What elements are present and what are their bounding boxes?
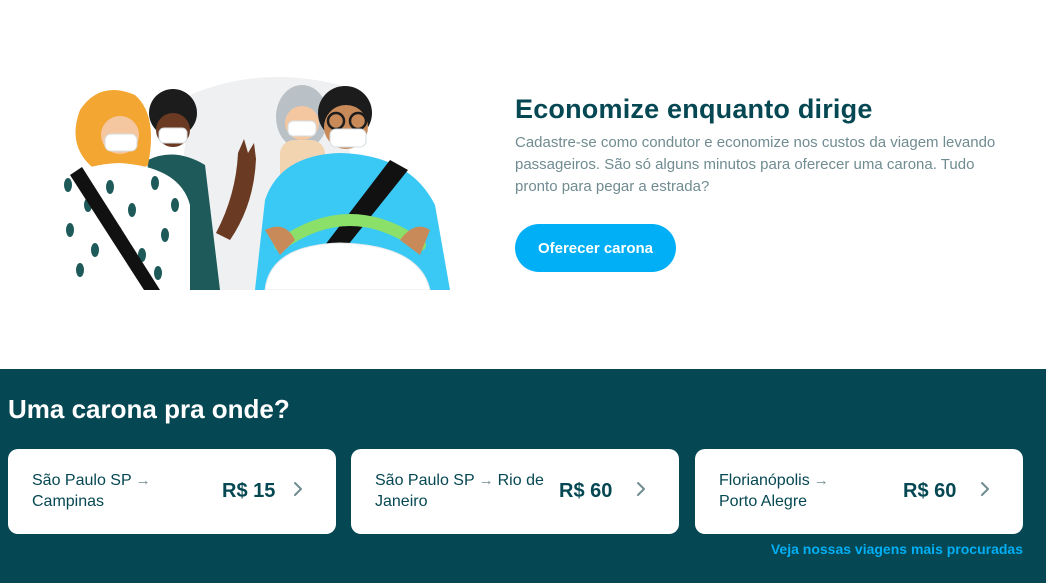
route-from: São Paulo SP — [32, 472, 132, 489]
chevron-right-icon — [637, 482, 645, 496]
hero-section: Economize enquanto dirige Cadastre-se co… — [0, 0, 1046, 369]
route-text: São Paulo SP → Rio de Janeiro — [375, 470, 555, 512]
route-text: Florianópolis → Porto Alegre — [719, 470, 899, 512]
chevron-right-icon — [981, 482, 989, 496]
route-from: São Paulo SP — [375, 472, 475, 489]
hero-title: Economize enquanto dirige — [515, 94, 873, 124]
route-price: R$ 15 — [222, 480, 276, 502]
route-card-sao-paulo-rio[interactable]: São Paulo SP → Rio de Janeiro R$ 60 — [351, 449, 679, 534]
offer-ride-button[interactable]: Oferecer carona — [515, 224, 676, 272]
carpool-illustration — [52, 77, 450, 290]
destinations-section: Uma carona pra onde? São Paulo SP → Campi… — [0, 369, 1046, 583]
route-price: R$ 60 — [559, 480, 613, 502]
route-from: Florianópolis — [719, 472, 810, 489]
route-to: Campinas — [32, 493, 105, 510]
route-to: Porto Alegre — [719, 493, 808, 510]
route-price: R$ 60 — [903, 480, 957, 502]
route-card-florianopolis-porto-alegre[interactable]: Florianópolis → Porto Alegre R$ 60 — [695, 449, 1023, 534]
chevron-right-icon — [294, 482, 302, 496]
hero-description: Cadastre-se como condutor e economize no… — [515, 134, 996, 195]
hero-text-block: Economize enquanto dirige Cadastre-se co… — [515, 92, 1020, 272]
route-text: São Paulo SP → Campinas — [32, 470, 212, 512]
popular-trips-link[interactable]: Veja nossas viagens mais procuradas — [771, 541, 1023, 557]
route-card-sao-paulo-campinas[interactable]: São Paulo SP → Campinas R$ 15 — [8, 449, 336, 534]
arrow-right-icon: → — [813, 472, 829, 489]
arrow-right-icon: → — [478, 472, 494, 489]
arrow-right-icon: → — [135, 472, 151, 489]
destinations-title: Uma carona pra onde? — [8, 394, 290, 424]
